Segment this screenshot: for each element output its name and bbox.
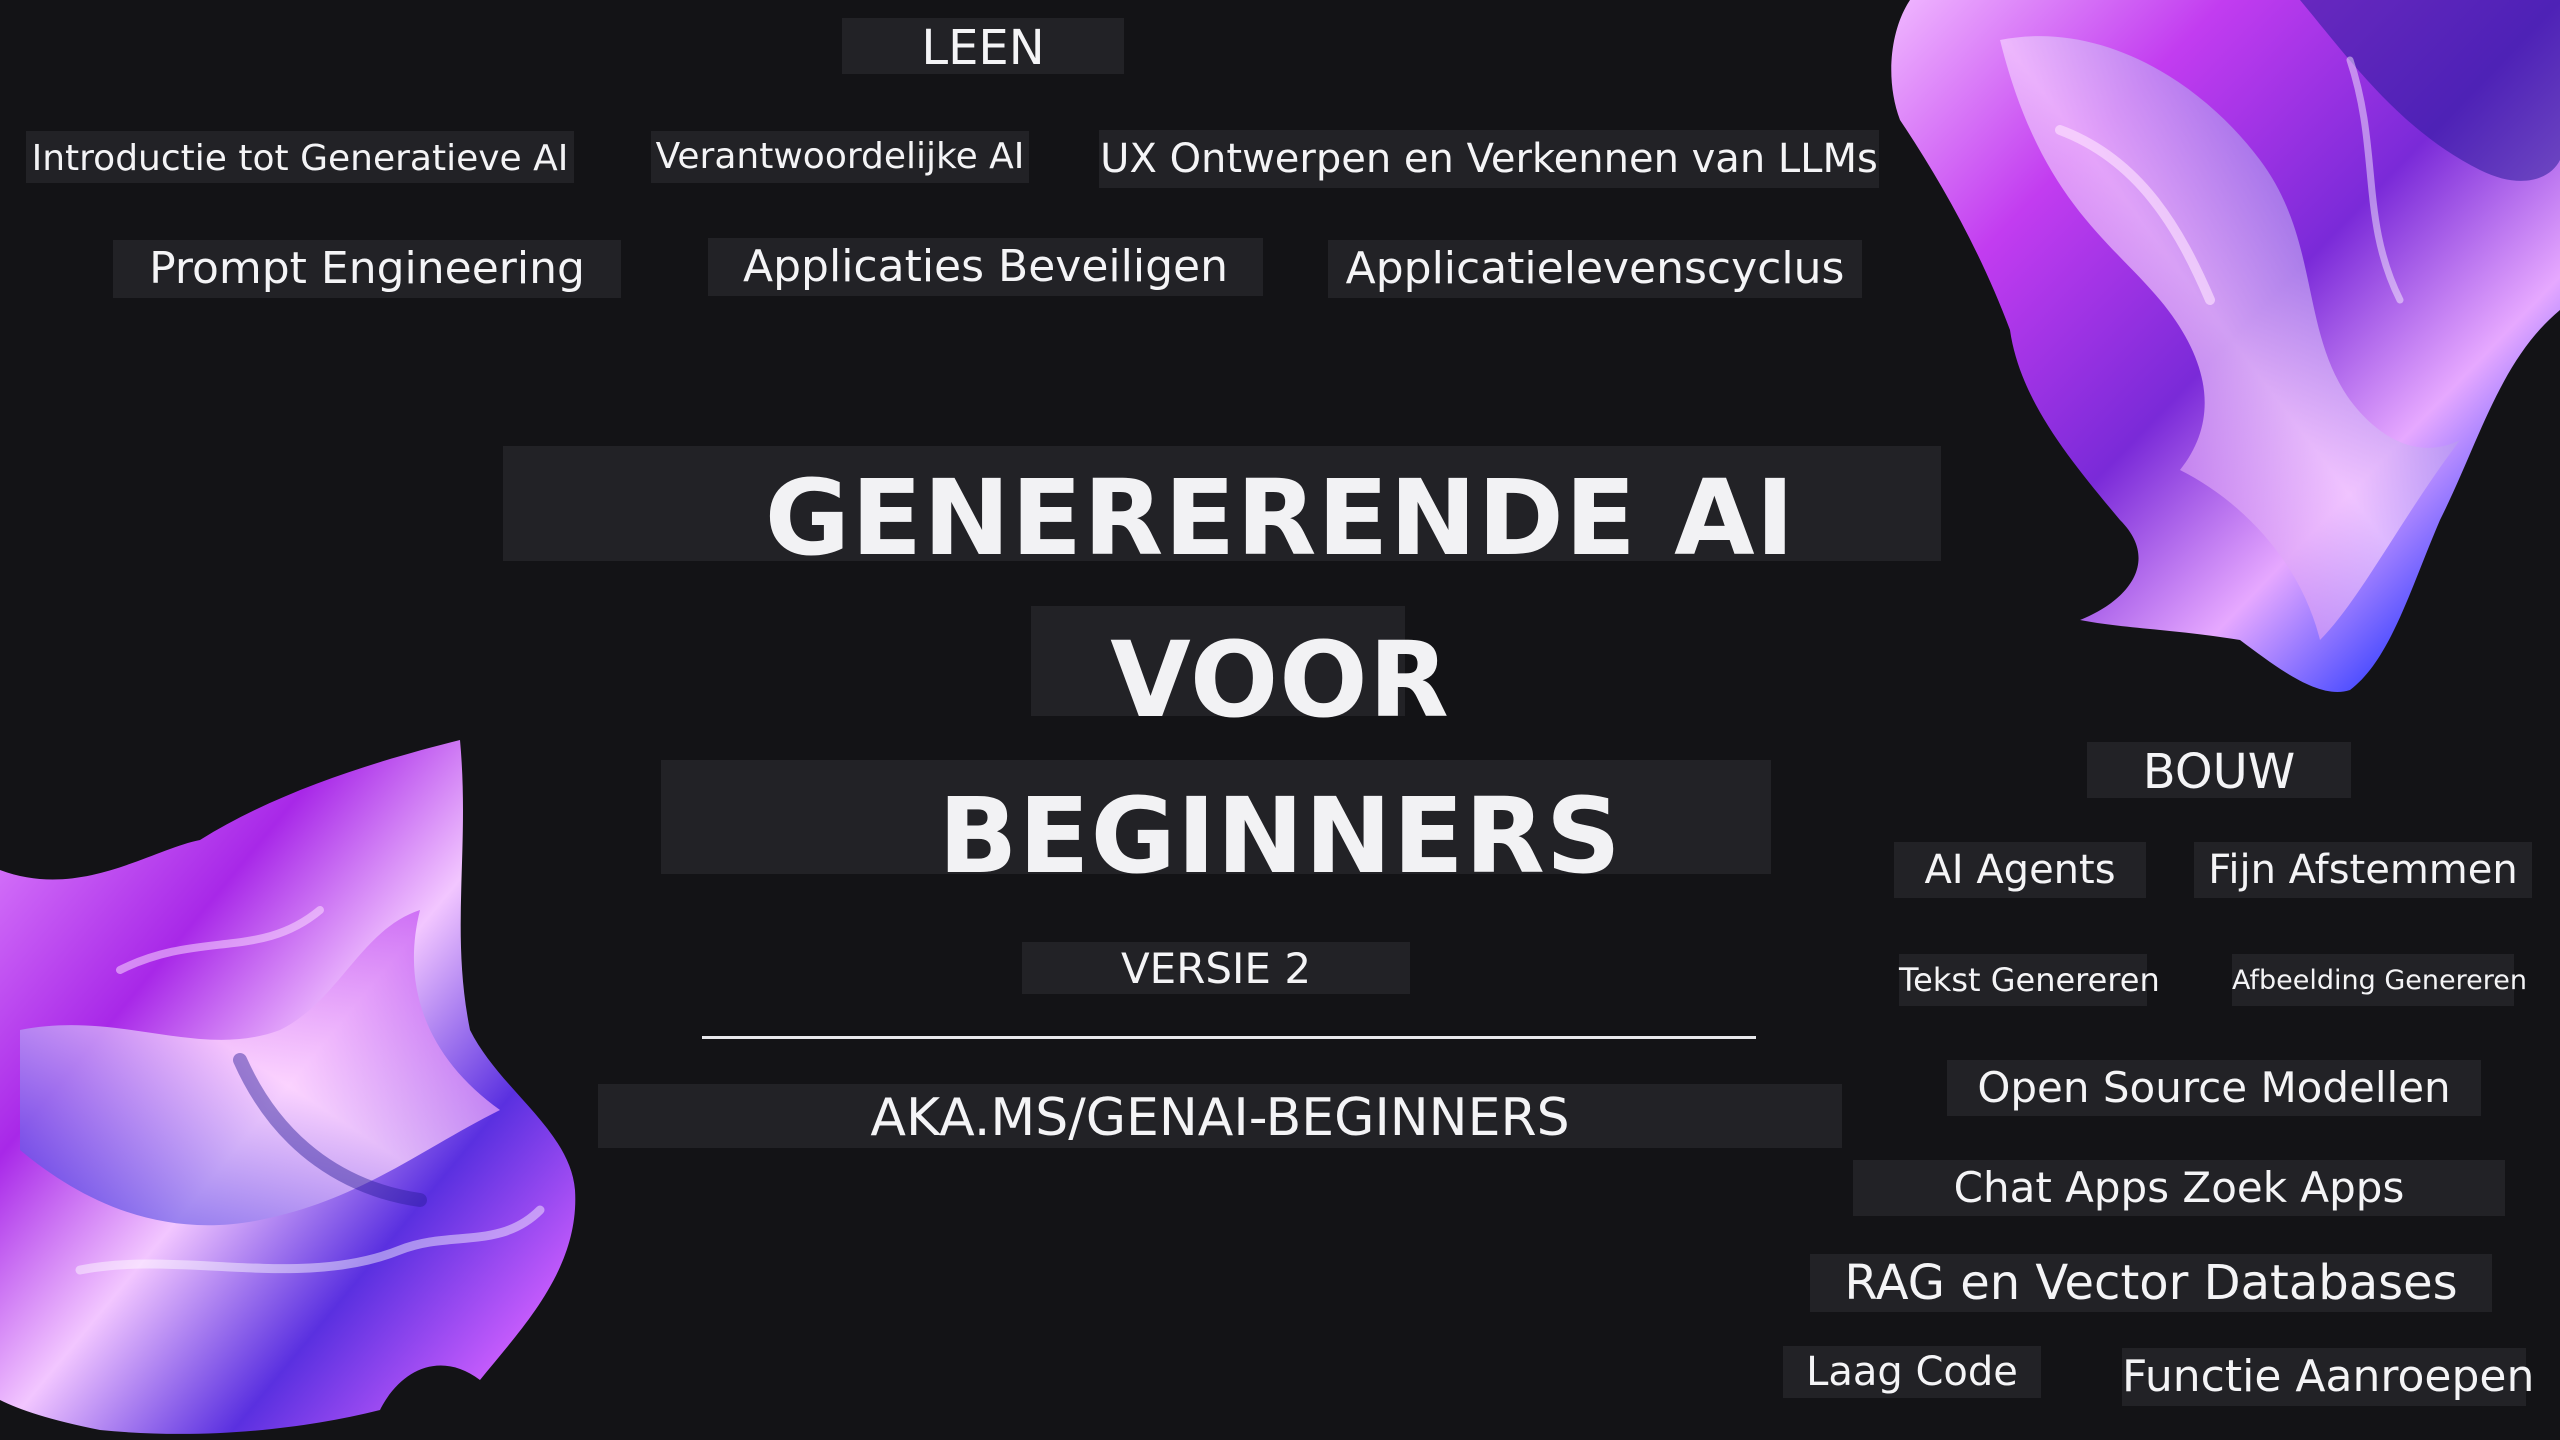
learn-heading: LEEN [842, 18, 1124, 74]
build-topic-low-code[interactable]: Laag Code [1783, 1346, 2041, 1398]
learn-topic-ux-design-llms[interactable]: UX Ontwerpen en Verkennen van LLMs [1099, 130, 1879, 188]
learn-topic-responsible-ai[interactable]: Verantwoordelijke AI [651, 131, 1029, 183]
build-topic-fine-tuning[interactable]: Fijn Afstemmen [2194, 842, 2532, 898]
title-divider [702, 1036, 1756, 1039]
learn-topic-application-lifecycle[interactable]: Applicatielevenscyclus [1328, 240, 1862, 298]
build-topic-function-calling[interactable]: Functie Aanroepen [2122, 1348, 2534, 1406]
build-heading: BOUW [2087, 742, 2351, 798]
learn-topic-intro-generative-ai[interactable]: Introductie tot Generatieve AI [26, 131, 574, 183]
build-topic-open-source-models[interactable]: Open Source Modellen [1947, 1060, 2481, 1116]
build-topic-image-generation[interactable]: Afbeelding Genereren [2232, 954, 2527, 1006]
learn-topic-prompt-engineering[interactable]: Prompt Engineering [113, 240, 621, 298]
build-topic-ai-agents[interactable]: AI Agents [1894, 842, 2146, 898]
build-topic-text-generation[interactable]: Tekst Genereren [1899, 954, 2160, 1006]
version-badge: VERSIE 2 [1022, 942, 1410, 994]
build-topic-rag-vector-databases[interactable]: RAG en Vector Databases [1810, 1254, 2492, 1312]
title-line-2: VOOR [1110, 619, 1450, 741]
build-topic-chat-search-apps[interactable]: Chat Apps Zoek Apps [1853, 1160, 2505, 1216]
course-url-link[interactable]: AKA.MS/GENAI-BEGINNERS [598, 1084, 1842, 1148]
iridescent-fabric-top-right [1891, 0, 2560, 692]
title-line-1: GENERERENDE AI [764, 457, 1796, 579]
learn-topic-securing-applications[interactable]: Applicaties Beveiligen [708, 238, 1263, 296]
